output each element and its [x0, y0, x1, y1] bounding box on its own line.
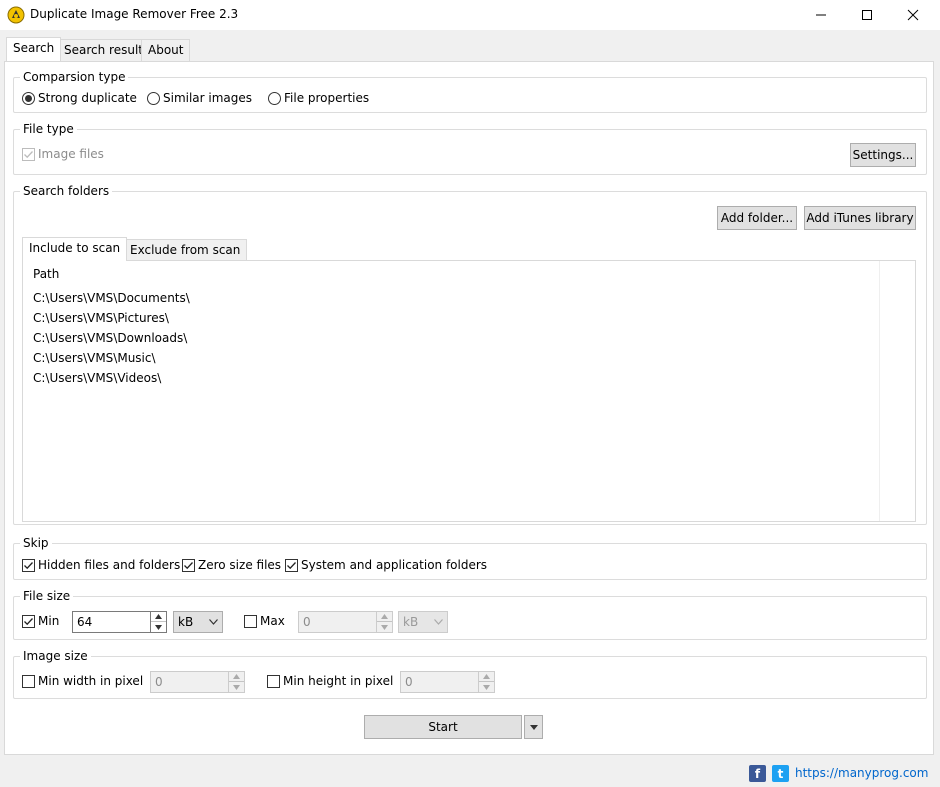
checkbox-checked-icon — [22, 558, 35, 572]
skip-system-folders-checkbox[interactable]: System and application folders — [285, 558, 487, 572]
maximize-button[interactable] — [844, 0, 890, 30]
chevron-down-icon — [209, 619, 218, 625]
list-scrollbar[interactable] — [879, 261, 915, 521]
max-size-checkbox[interactable]: Max — [244, 614, 285, 628]
app-logo-icon — [7, 6, 25, 24]
close-button[interactable] — [890, 0, 936, 30]
radio-similar-images[interactable]: Similar images — [147, 91, 252, 105]
radio-unselected-icon — [147, 91, 160, 105]
checkbox-unchecked-icon — [244, 614, 257, 628]
min-size-unit-select[interactable]: kB — [173, 611, 223, 633]
add-folder-button[interactable]: Add folder... — [717, 206, 797, 230]
tab-about[interactable]: About — [141, 39, 191, 61]
checkbox-unchecked-icon — [267, 674, 280, 688]
radio-file-properties[interactable]: File properties — [268, 91, 369, 105]
tab-search[interactable]: Search — [6, 37, 62, 61]
checkbox-checked-icon — [285, 558, 298, 572]
file-size-group: File size Min 64 kB Max 0 kB — [13, 589, 927, 640]
spin-up-icon[interactable] — [151, 612, 166, 622]
spin-down-icon[interactable] — [377, 622, 392, 632]
radio-strong-duplicate[interactable]: Strong duplicate — [22, 91, 137, 105]
tab-include-to-scan[interactable]: Include to scan — [22, 237, 128, 261]
chevron-down-icon — [434, 619, 443, 625]
twitter-icon[interactable]: t — [772, 765, 789, 782]
checkbox-checked-icon — [182, 558, 195, 572]
image-size-legend: Image size — [20, 649, 91, 663]
spin-down-icon[interactable] — [151, 622, 166, 632]
min-width-spinner[interactable] — [228, 671, 245, 693]
spin-up-icon[interactable] — [377, 612, 392, 622]
comparison-type-legend: Comparsion type — [20, 70, 129, 84]
window-title: Duplicate Image Remover Free 2.3 — [30, 7, 239, 21]
settings-button[interactable]: Settings... — [850, 143, 916, 167]
min-size-spinner[interactable] — [150, 611, 167, 633]
tab-exclude-from-scan[interactable]: Exclude from scan — [123, 239, 248, 261]
spin-down-icon[interactable] — [229, 682, 244, 692]
spin-up-icon[interactable] — [479, 672, 494, 682]
minimize-icon — [816, 14, 826, 16]
add-itunes-library-button[interactable]: Add iTunes library — [804, 206, 916, 230]
checkbox-checked-icon — [22, 614, 35, 628]
min-size-input[interactable]: 64 — [72, 611, 152, 633]
file-type-legend: File type — [20, 122, 77, 136]
minimize-button[interactable] — [798, 0, 844, 30]
skip-hidden-files-checkbox[interactable]: Hidden files and folders — [22, 558, 180, 572]
spin-up-icon[interactable] — [229, 672, 244, 682]
start-button[interactable]: Start — [364, 715, 522, 739]
min-height-checkbox[interactable]: Min height in pixel — [267, 674, 393, 688]
max-size-spinner[interactable] — [376, 611, 393, 633]
list-item[interactable]: C:\Users\VMS\Documents\ — [33, 291, 190, 305]
skip-legend: Skip — [20, 536, 52, 550]
file-size-legend: File size — [20, 589, 74, 603]
list-item[interactable]: C:\Users\VMS\Music\ — [33, 351, 156, 365]
checkbox-unchecked-icon — [22, 674, 35, 688]
max-size-unit-select[interactable]: kB — [398, 611, 448, 633]
facebook-icon[interactable]: f — [749, 765, 766, 782]
close-icon — [907, 9, 919, 21]
skip-zero-size-checkbox[interactable]: Zero size files — [182, 558, 281, 572]
checkbox-checked-icon — [22, 147, 35, 161]
image-files-checkbox: Image files — [22, 147, 104, 161]
search-folders-legend: Search folders — [20, 184, 113, 198]
title-bar: Duplicate Image Remover Free 2.3 — [0, 0, 940, 30]
min-size-checkbox[interactable]: Min — [22, 614, 59, 628]
caret-down-icon — [529, 724, 538, 730]
min-width-input[interactable]: 0 — [150, 671, 230, 693]
maximize-icon — [862, 10, 872, 20]
skip-group: Skip Hidden files and folders Zero size … — [13, 536, 927, 580]
search-folders-group: Search folders Add folder... Add iTunes … — [13, 184, 927, 525]
radio-unselected-icon — [268, 91, 281, 105]
radio-selected-icon — [22, 91, 35, 105]
include-folders-list[interactable]: Path C:\Users\VMS\Documents\ C:\Users\VM… — [22, 260, 916, 522]
min-height-spinner[interactable] — [478, 671, 495, 693]
image-size-group: Image size Min width in pixel 0 Min heig… — [13, 649, 927, 699]
list-column-header: Path — [33, 267, 60, 281]
comparison-type-group: Comparsion type Strong duplicate Similar… — [13, 70, 927, 113]
list-item[interactable]: C:\Users\VMS\Videos\ — [33, 371, 161, 385]
list-item[interactable]: C:\Users\VMS\Downloads\ — [33, 331, 187, 345]
start-options-dropdown[interactable] — [524, 715, 543, 739]
max-size-input[interactable]: 0 — [298, 611, 378, 633]
website-link[interactable]: https://manyprog.com — [795, 766, 928, 780]
min-height-input[interactable]: 0 — [400, 671, 480, 693]
search-tab-panel: Comparsion type Strong duplicate Similar… — [4, 61, 934, 755]
list-item[interactable]: C:\Users\VMS\Pictures\ — [33, 311, 169, 325]
min-width-checkbox[interactable]: Min width in pixel — [22, 674, 143, 688]
spin-down-icon[interactable] — [479, 682, 494, 692]
file-type-group: File type Image files Settings... — [13, 122, 927, 175]
tab-search-result[interactable]: Search result — [57, 39, 150, 61]
